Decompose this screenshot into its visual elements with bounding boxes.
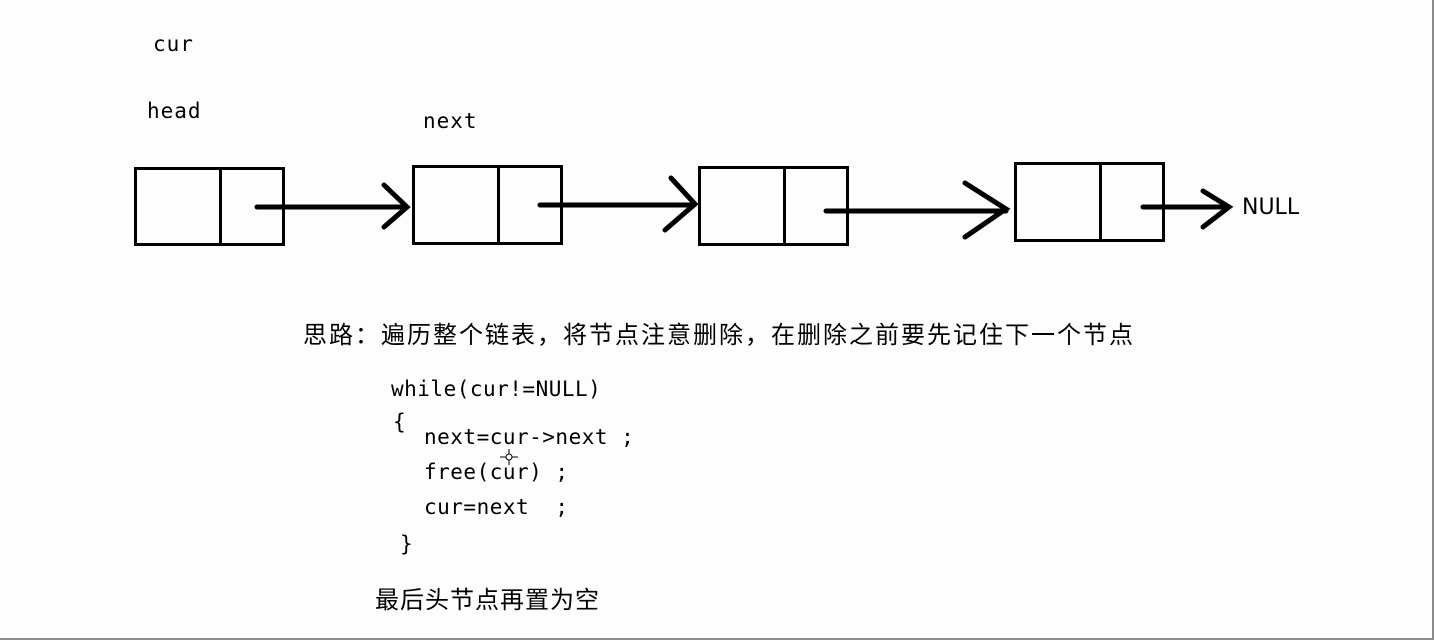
list-node-2 xyxy=(412,165,563,245)
label-next: next xyxy=(423,109,478,133)
code-close-brace: } xyxy=(400,532,414,556)
node-data-field xyxy=(1017,165,1102,239)
text-cursor-icon xyxy=(500,449,518,465)
code-open-brace: { xyxy=(393,410,407,434)
code-line-advance: cur=next ; xyxy=(424,495,569,519)
node-pointer-field xyxy=(500,168,560,242)
code-line-while: while(cur!=NULL) xyxy=(391,377,602,401)
list-node-3 xyxy=(698,166,849,246)
list-node-4 xyxy=(1014,162,1165,242)
code-line-next: next=cur->next ; xyxy=(424,425,635,449)
label-cur: cur xyxy=(153,32,194,56)
list-node-1 xyxy=(134,167,285,246)
null-terminal: NULL xyxy=(1242,195,1300,220)
conclusion-text: 最后头节点再置为空 xyxy=(375,586,600,614)
code-line-free: free(cur) ; xyxy=(424,460,569,484)
node-data-field xyxy=(415,168,500,242)
label-head: head xyxy=(147,99,202,123)
explanation-text: 思路：遍历整个链表，将节点注意删除，在删除之前要先记住下一个节点 xyxy=(303,321,1135,349)
node-data-field xyxy=(701,169,786,243)
diagram-canvas: cur head next NULL 思路：遍历整个链表，将节点注意删除，在删除… xyxy=(0,0,1434,640)
node-data-field xyxy=(137,170,222,243)
node-pointer-field xyxy=(786,169,846,243)
node-pointer-field xyxy=(1102,165,1162,239)
node-pointer-field xyxy=(222,170,282,243)
